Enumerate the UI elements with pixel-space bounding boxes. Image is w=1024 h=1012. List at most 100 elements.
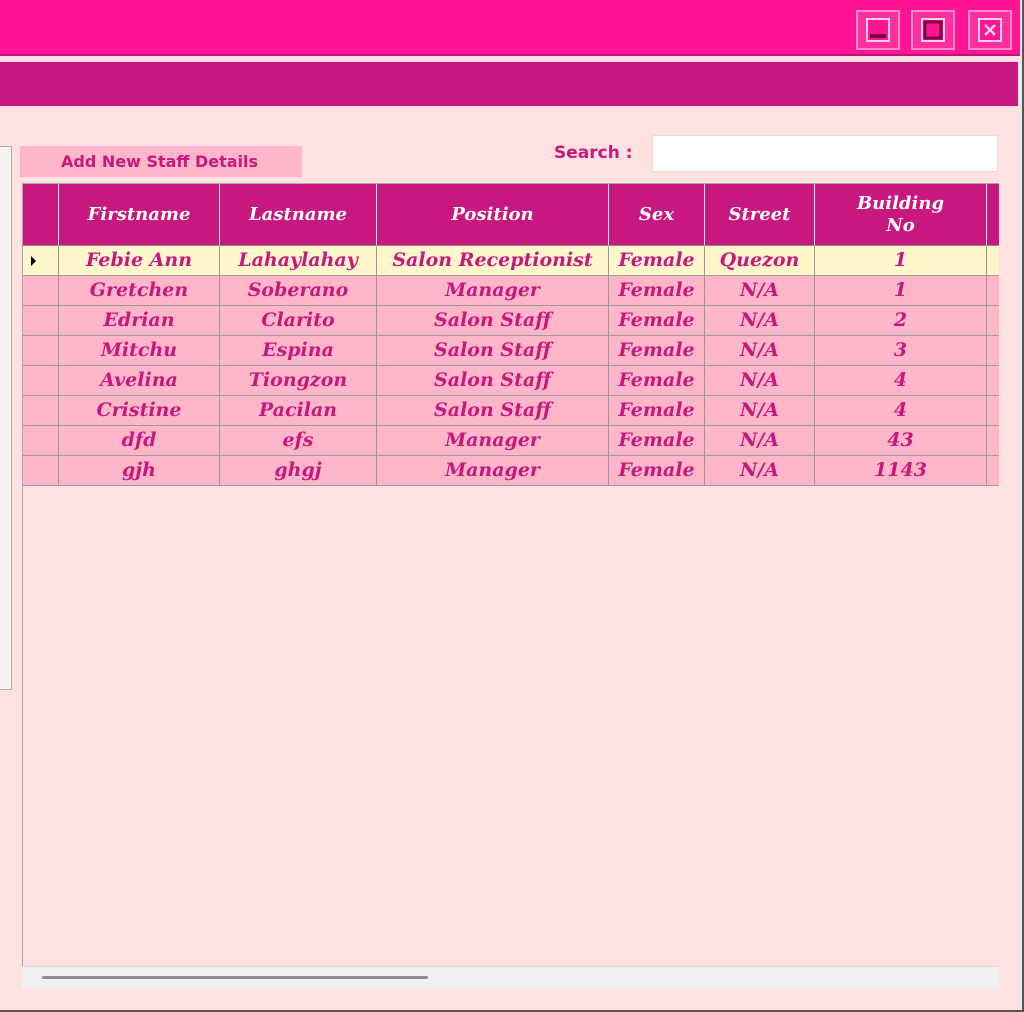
maximize-icon: [921, 18, 945, 42]
cell-building-no[interactable]: 1: [815, 246, 987, 276]
cell-position[interactable]: Salon Staff: [377, 366, 609, 396]
column-header-position[interactable]: Position: [377, 184, 609, 246]
cell-street[interactable]: N/A: [705, 306, 815, 336]
left-panel-edge: [0, 146, 12, 690]
column-header-firstname[interactable]: Firstname: [59, 184, 220, 246]
title-bar[interactable]: [0, 0, 1020, 56]
row-header[interactable]: [23, 366, 59, 396]
column-header-extra: [987, 184, 999, 246]
column-header-street[interactable]: Street: [705, 184, 815, 246]
cell-sex[interactable]: Female: [609, 426, 705, 456]
row-header[interactable]: [23, 456, 59, 486]
cell-lastname[interactable]: Tiongzon: [220, 366, 377, 396]
cell-building-no[interactable]: 3: [815, 336, 987, 366]
cell-sex[interactable]: Female: [609, 306, 705, 336]
search-label: Search :: [554, 143, 633, 163]
cell-lastname[interactable]: Pacilan: [220, 396, 377, 426]
cell-building-no[interactable]: 43: [815, 426, 987, 456]
cell-sex[interactable]: Female: [609, 456, 705, 486]
cell-position[interactable]: Salon Staff: [377, 306, 609, 336]
add-staff-button[interactable]: Add New Staff Details: [20, 146, 302, 177]
cell-position[interactable]: Salon Staff: [377, 336, 609, 366]
cell-firstname[interactable]: Edrian: [59, 306, 220, 336]
cell-firstname[interactable]: gjh: [59, 456, 220, 486]
row-header[interactable]: [23, 306, 59, 336]
cell-building-no[interactable]: 1: [815, 276, 987, 306]
cell-sex[interactable]: Female: [609, 276, 705, 306]
cell-position[interactable]: Salon Receptionist: [377, 246, 609, 276]
cell-building-no[interactable]: 1143: [815, 456, 987, 486]
row-pointer-icon: [31, 256, 36, 266]
table-row[interactable]: Gretchen Soberano Manager Female N/A 1: [23, 276, 999, 306]
cell-extra: [987, 396, 999, 426]
cell-lastname[interactable]: efs: [220, 426, 377, 456]
right-edge: [1018, 62, 1022, 1008]
menu-bar: [0, 62, 1018, 106]
search-input[interactable]: [652, 135, 998, 172]
row-header[interactable]: [23, 426, 59, 456]
add-staff-label: Add New Staff Details: [61, 152, 259, 171]
cell-street[interactable]: N/A: [705, 426, 815, 456]
cell-extra: [987, 456, 999, 486]
close-icon: [978, 18, 1002, 42]
cell-firstname[interactable]: dfd: [59, 426, 220, 456]
minimize-button[interactable]: [856, 10, 900, 50]
cell-building-no[interactable]: 2: [815, 306, 987, 336]
cell-sex[interactable]: Female: [609, 246, 705, 276]
cell-extra: [987, 246, 999, 276]
staff-table[interactable]: Firstname Lastname Position Sex Street B…: [22, 183, 999, 989]
maximize-button[interactable]: [911, 10, 955, 50]
cell-building-no[interactable]: 4: [815, 396, 987, 426]
cell-street[interactable]: N/A: [705, 396, 815, 426]
header-corner: [23, 184, 59, 246]
horizontal-scrollbar[interactable]: [22, 966, 999, 989]
row-header[interactable]: [23, 396, 59, 426]
table-row[interactable]: gjh ghgj Manager Female N/A 1143: [23, 456, 999, 486]
row-header[interactable]: [23, 246, 59, 276]
row-header[interactable]: [23, 336, 59, 366]
column-header-lastname[interactable]: Lastname: [220, 184, 377, 246]
row-header[interactable]: [23, 276, 59, 306]
cell-lastname[interactable]: Lahaylahay: [220, 246, 377, 276]
cell-extra: [987, 336, 999, 366]
table-row[interactable]: Mitchu Espina Salon Staff Female N/A 3: [23, 336, 999, 366]
close-button[interactable]: [968, 10, 1012, 50]
table-row[interactable]: Cristine Pacilan Salon Staff Female N/A 4: [23, 396, 999, 426]
column-header-building-no[interactable]: Building No: [815, 184, 987, 246]
cell-firstname[interactable]: Gretchen: [59, 276, 220, 306]
table-row[interactable]: Avelina Tiongzon Salon Staff Female N/A 4: [23, 366, 999, 396]
cell-extra: [987, 366, 999, 396]
cell-sex[interactable]: Female: [609, 396, 705, 426]
cell-firstname[interactable]: Avelina: [59, 366, 220, 396]
cell-street[interactable]: N/A: [705, 336, 815, 366]
column-header-sex[interactable]: Sex: [609, 184, 705, 246]
cell-extra: [987, 426, 999, 456]
cell-sex[interactable]: Female: [609, 366, 705, 396]
table-row[interactable]: dfd efs Manager Female N/A 43: [23, 426, 999, 456]
cell-street[interactable]: N/A: [705, 456, 815, 486]
cell-building-no[interactable]: 4: [815, 366, 987, 396]
cell-lastname[interactable]: Espina: [220, 336, 377, 366]
cell-sex[interactable]: Female: [609, 336, 705, 366]
cell-firstname[interactable]: Cristine: [59, 396, 220, 426]
cell-position[interactable]: Manager: [377, 276, 609, 306]
table-row[interactable]: Febie Ann Lahaylahay Salon Receptionist Fem…: [23, 246, 999, 276]
cell-position[interactable]: Salon Staff: [377, 396, 609, 426]
cell-position[interactable]: Manager: [377, 426, 609, 456]
cell-street[interactable]: N/A: [705, 276, 815, 306]
table-header: Firstname Lastname Position Sex Street B…: [23, 184, 999, 246]
cell-extra: [987, 276, 999, 306]
staff-window: Add New Staff Details Search : Firstname…: [0, 0, 1024, 1012]
cell-position[interactable]: Manager: [377, 456, 609, 486]
cell-street[interactable]: N/A: [705, 366, 815, 396]
cell-firstname[interactable]: Febie Ann: [59, 246, 220, 276]
cell-lastname[interactable]: ghgj: [220, 456, 377, 486]
minimize-icon: [866, 18, 890, 42]
cell-street[interactable]: Quezon: [705, 246, 815, 276]
scrollbar-thumb[interactable]: [42, 976, 428, 979]
cell-lastname[interactable]: Soberano: [220, 276, 377, 306]
cell-extra: [987, 306, 999, 336]
cell-firstname[interactable]: Mitchu: [59, 336, 220, 366]
cell-lastname[interactable]: Clarito: [220, 306, 377, 336]
table-row[interactable]: Edrian Clarito Salon Staff Female N/A 2: [23, 306, 999, 336]
